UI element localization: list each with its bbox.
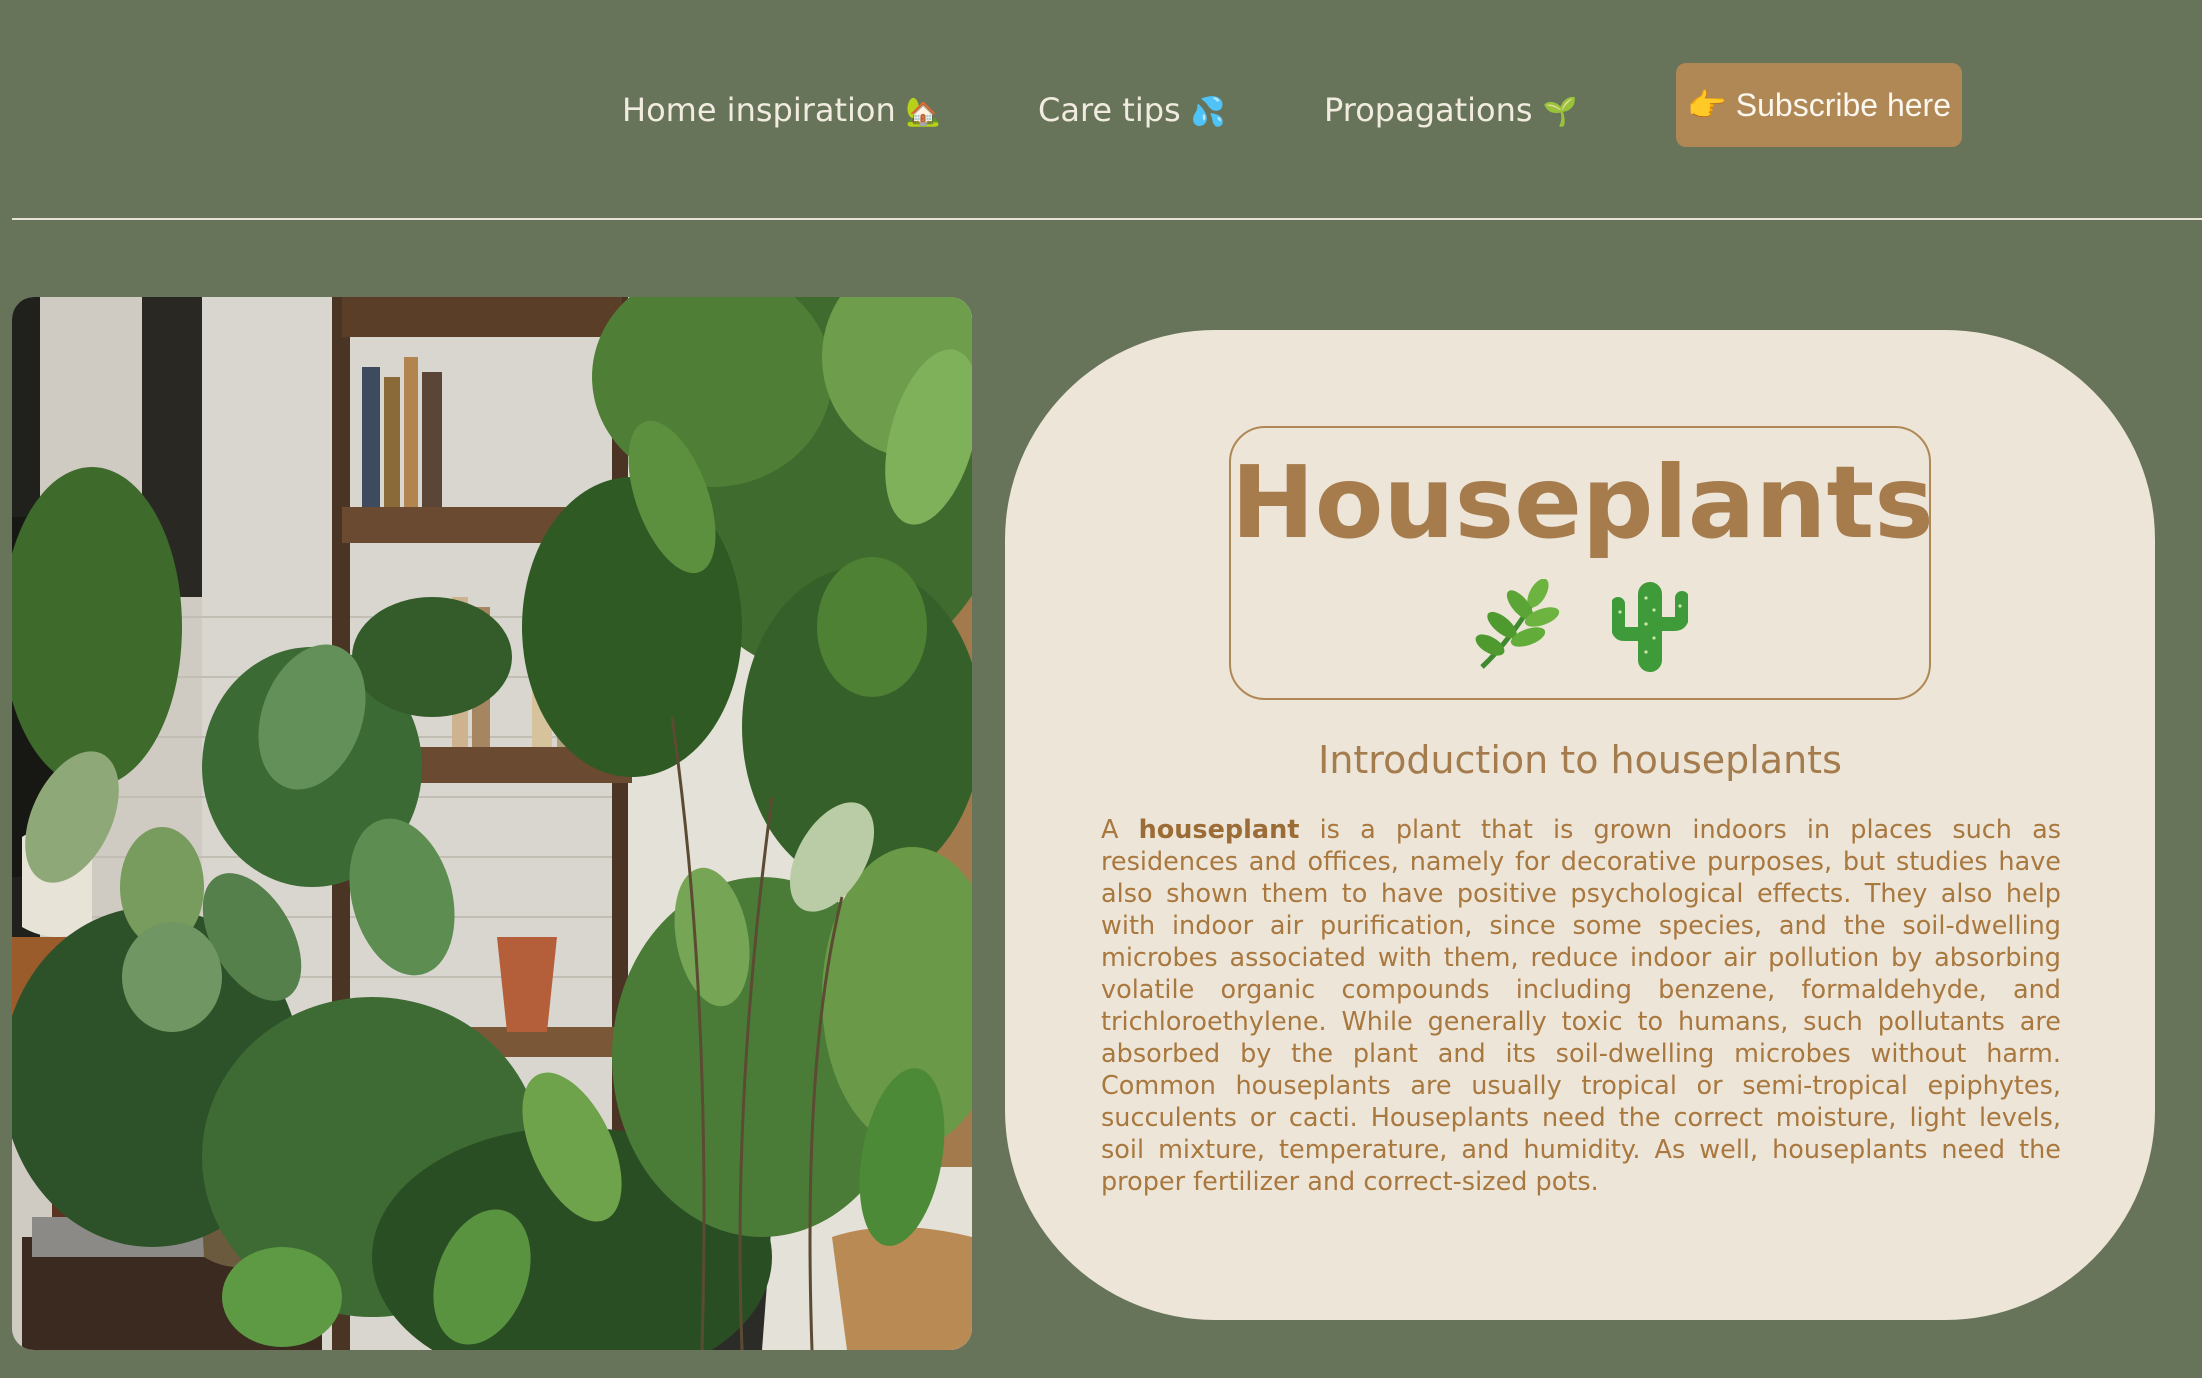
- seedling-icon: 🌱: [1542, 95, 1578, 128]
- houseplants-info-card: Houseplants Introduction to houseplants …: [1005, 330, 2155, 1320]
- intro-paragraph: A houseplant is a plant that is grown in…: [1101, 814, 2061, 1198]
- intro-lead: A: [1101, 815, 1119, 845]
- nav-link-label: Propagations: [1324, 91, 1533, 129]
- intro-keyword: houseplant: [1138, 815, 1300, 845]
- intro-body: is a plant that is grown indoors in plac…: [1101, 815, 2061, 1197]
- title-frame: Houseplants: [1229, 426, 1934, 700]
- page-title: Houseplants: [1231, 444, 1934, 561]
- title-icons: [1231, 578, 1929, 674]
- page: Home inspiration 🏡 Care tips 💦 Propagation…: [0, 0, 2202, 1378]
- nav-link-label: Home inspiration: [622, 91, 896, 129]
- nav-link-care-tips[interactable]: Care tips 💦: [1038, 86, 1226, 134]
- cactus-icon: [1611, 582, 1688, 672]
- top-navigation: Home inspiration 🏡 Care tips 💦 Propagation…: [0, 0, 2202, 215]
- water-drops-icon: 💦: [1190, 95, 1226, 128]
- subscribe-button[interactable]: 👉 Subscribe here: [1676, 63, 1962, 147]
- house-icon: 🏡: [905, 95, 941, 128]
- header-divider: [12, 218, 2202, 220]
- houseplants-photo: [12, 297, 972, 1350]
- nav-link-propagations[interactable]: Propagations 🌱: [1324, 86, 1577, 134]
- nav-link-home-inspiration[interactable]: Home inspiration 🏡: [622, 86, 941, 134]
- herb-icon: [1476, 579, 1560, 669]
- nav-link-label: Care tips: [1038, 91, 1181, 129]
- section-subtitle: Introduction to houseplants: [1318, 738, 1842, 782]
